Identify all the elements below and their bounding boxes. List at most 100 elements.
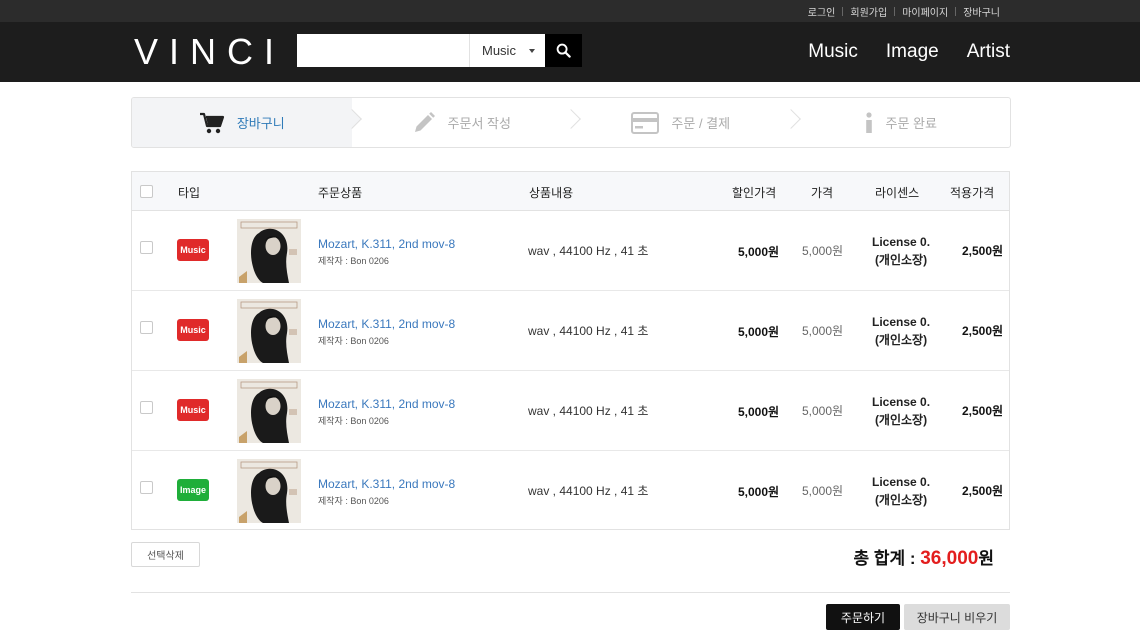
header-price: 가격 — [811, 186, 834, 200]
header-applied-price: 적용가격 — [950, 186, 995, 200]
step-label: 주문서 작성 — [447, 116, 511, 131]
product-title-link[interactable]: Mozart, K.311, 2nd mov-8 — [318, 317, 455, 331]
utility-links: 로그인 회원가입 마이페이지 장바구니 — [801, 0, 1007, 22]
header-license: 라이센스 — [875, 186, 920, 200]
step-payment[interactable]: 주문 / 결제 — [571, 98, 801, 147]
info-icon — [865, 111, 872, 133]
discount-price: 5,000원 — [738, 405, 780, 419]
license: License 0. (개인소장) — [872, 313, 930, 349]
album-thumbnail[interactable] — [237, 379, 301, 443]
search-button[interactable] — [545, 34, 582, 67]
search-icon — [556, 43, 571, 58]
empty-cart-button[interactable]: 장바구니 비우기 — [904, 604, 1010, 630]
login-link[interactable]: 로그인 — [801, 4, 843, 19]
product-maker: 제작자 : Bon 0206 — [318, 336, 389, 346]
cart-link[interactable]: 장바구니 — [956, 4, 1007, 19]
total-unit: 원 — [978, 549, 994, 568]
type-badge: Music — [177, 319, 209, 341]
product-title-link[interactable]: Mozart, K.311, 2nd mov-8 — [318, 477, 455, 491]
album-cover-art — [237, 379, 301, 443]
nav-image[interactable]: Image — [886, 41, 939, 63]
step-label: 주문 / 결제 — [671, 116, 731, 131]
price: 5,000원 — [802, 484, 844, 498]
album-thumbnail[interactable] — [237, 459, 301, 523]
album-thumbnail[interactable] — [237, 219, 301, 283]
step-cart[interactable]: 장바구니 — [132, 98, 362, 147]
type-badge: Music — [177, 239, 209, 261]
applied-price: 2,500원 — [962, 404, 1004, 418]
type-badge: Image — [177, 479, 209, 501]
table-row: Music Mozart, K.311, 2nd mov-8 제작자 : Bon… — [132, 371, 1009, 451]
product-title-link[interactable]: Mozart, K.311, 2nd mov-8 — [318, 237, 455, 251]
product-maker: 제작자 : Bon 0206 — [318, 416, 389, 426]
total-amount: 36,000 — [920, 548, 979, 569]
album-cover-art — [237, 219, 301, 283]
search-category-select[interactable]: Music — [469, 34, 545, 67]
applied-price: 2,500원 — [962, 484, 1004, 498]
license-type: (개인소장) — [874, 333, 928, 347]
header-product: 주문상품 — [318, 186, 363, 200]
nav-music[interactable]: Music — [808, 41, 858, 63]
price: 5,000원 — [802, 244, 844, 258]
product-maker: 제작자 : Bon 0206 — [318, 496, 389, 506]
cart-table: 타입 주문상품 상품내용 할인가격 가격 라이센스 적용가격 Music Moz… — [131, 171, 1010, 530]
signup-link[interactable]: 회원가입 — [843, 4, 894, 19]
table-row: Image Mozart, K.311, 2nd mov-8 제작자 : Bon… — [132, 451, 1009, 531]
price: 5,000원 — [802, 404, 844, 418]
cart-icon — [199, 112, 224, 133]
type-badge: Music — [177, 399, 209, 421]
pencil-icon — [414, 111, 435, 132]
select-all-checkbox[interactable] — [140, 185, 153, 198]
product-title-link[interactable]: Mozart, K.311, 2nd mov-8 — [318, 397, 455, 411]
credit-card-icon — [631, 111, 660, 134]
license-type: (개인소장) — [874, 493, 928, 507]
license-name: License 0. — [872, 235, 931, 249]
license-type: (개인소장) — [874, 413, 928, 427]
album-cover-art — [237, 299, 301, 363]
delete-selected-button[interactable]: 선택삭제 — [131, 542, 200, 567]
discount-price: 5,000원 — [738, 325, 780, 339]
product-maker: 제작자 : Bon 0206 — [318, 256, 389, 266]
row-checkbox[interactable] — [140, 321, 153, 334]
header-discount-price: 할인가격 — [732, 186, 777, 200]
utility-bar: 로그인 회원가입 마이페이지 장바구니 — [0, 0, 1140, 22]
table-body: Music Mozart, K.311, 2nd mov-8 제작자 : Bon… — [132, 211, 1009, 531]
row-checkbox[interactable] — [140, 401, 153, 414]
step-complete[interactable]: 주문 완료 — [791, 98, 1011, 147]
product-detail: wav , 44100 Hz , 41 초 — [528, 324, 649, 338]
search-category-value: Music — [482, 43, 516, 58]
search-box: Music — [297, 34, 582, 67]
product-detail: wav , 44100 Hz , 41 초 — [528, 404, 649, 418]
search-input[interactable] — [297, 34, 469, 67]
license: License 0. (개인소장) — [872, 473, 930, 509]
step-order-form[interactable]: 주문서 작성 — [352, 98, 581, 147]
table-header: 타입 주문상품 상품내용 할인가격 가격 라이센스 적용가격 — [132, 172, 1009, 211]
license-name: License 0. — [872, 315, 931, 329]
order-steps: 장바구니 주문서 작성 주문 / 결제 주문 완료 — [131, 97, 1011, 148]
site-logo[interactable]: VINCI — [134, 32, 285, 72]
license-type: (개인소장) — [874, 253, 928, 267]
mypage-link[interactable]: 마이페이지 — [895, 4, 955, 19]
license: License 0. (개인소장) — [872, 393, 930, 429]
row-checkbox[interactable] — [140, 481, 153, 494]
total-label: 총 합계 : — [853, 549, 921, 568]
license-name: License 0. — [872, 395, 931, 409]
divider — [131, 592, 1010, 593]
main-nav: Music Image Artist — [780, 22, 1010, 82]
license-name: License 0. — [872, 475, 931, 489]
album-thumbnail[interactable] — [237, 299, 301, 363]
step-label: 장바구니 — [236, 116, 285, 131]
header-type: 타입 — [178, 186, 201, 200]
price: 5,000원 — [802, 324, 844, 338]
row-checkbox[interactable] — [140, 241, 153, 254]
discount-price: 5,000원 — [738, 485, 780, 499]
step-label: 주문 완료 — [885, 116, 937, 131]
table-row: Music Mozart, K.311, 2nd mov-8 제작자 : Bon… — [132, 291, 1009, 371]
site-header: VINCI Music Music Image Artist — [0, 22, 1140, 82]
total-summary: 총 합계 : 36,000원 — [853, 544, 994, 570]
nav-artist[interactable]: Artist — [967, 41, 1010, 63]
order-button[interactable]: 주문하기 — [826, 604, 900, 630]
discount-price: 5,000원 — [738, 245, 780, 259]
applied-price: 2,500원 — [962, 244, 1004, 258]
header-detail: 상품내용 — [529, 186, 574, 200]
